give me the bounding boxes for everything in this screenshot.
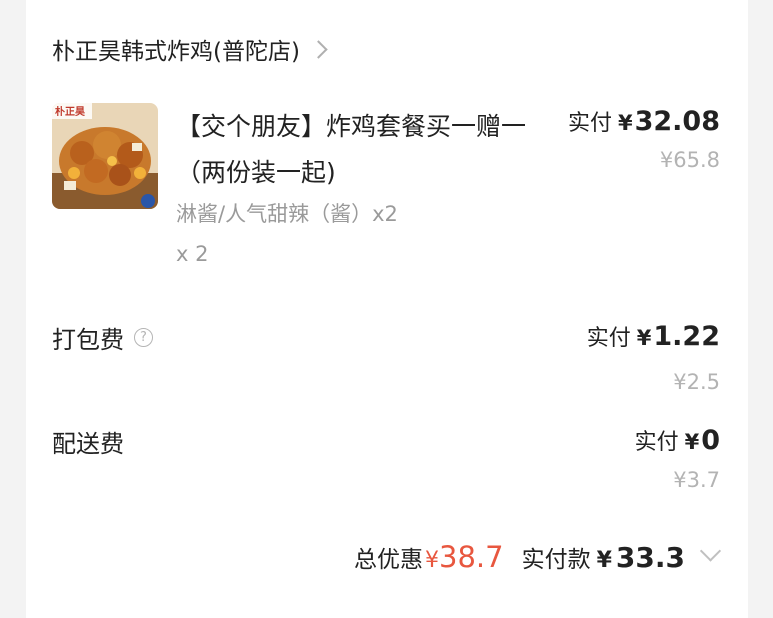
shop-header[interactable]: 朴正昊韩式炸鸡(普陀店) xyxy=(52,32,328,66)
currency-symbol: ¥ xyxy=(596,548,612,573)
paid-amount: 0 xyxy=(701,425,720,456)
total-paid-label: 实付款 xyxy=(521,547,591,573)
shop-name[interactable]: 朴正昊韩式炸鸡(普陀店) xyxy=(52,32,300,66)
packing-fee-label: 打包费 xyxy=(52,326,124,354)
question-circle-icon[interactable]: ? xyxy=(134,328,153,347)
currency-symbol: ¥ xyxy=(617,111,633,135)
order-summary[interactable]: 总优惠 ¥ 38.7 实付款 ¥ 33.3 xyxy=(354,540,722,574)
item-original-price: ¥65.8 xyxy=(659,148,720,172)
packing-paid-price: 实付 ¥ 1.22 xyxy=(587,320,720,352)
fried-chicken-image: 朴正昊 xyxy=(52,103,158,209)
product-thumbnail[interactable]: 朴正昊 xyxy=(52,103,158,209)
discount-currency: ¥ xyxy=(425,548,440,573)
chevron-right-icon[interactable] xyxy=(309,39,328,59)
paid-amount: 32.08 xyxy=(634,106,720,137)
packing-original-price: ¥2.5 xyxy=(673,370,720,394)
order-card: 朴正昊韩式炸鸡(普陀店) 朴正昊 【交个朋友】炸鸡套餐买一赠一（两份装一起) 淋… xyxy=(26,0,748,618)
paid-label: 实付 xyxy=(567,111,612,136)
delivery-fee-label-row: 配送费 xyxy=(52,424,124,459)
packing-fee-label-row: 打包费 ? xyxy=(52,320,153,355)
currency-symbol: ¥ xyxy=(636,326,652,350)
item-paid-price: 实付 ¥ 32.08 xyxy=(568,105,720,137)
paid-label: 实付 xyxy=(634,430,679,455)
paid-label: 实付 xyxy=(586,326,631,351)
thumb-brand-text: 朴正昊 xyxy=(55,105,85,118)
delivery-original-price: ¥3.7 xyxy=(673,468,720,492)
total-paid-amount: 33.3 xyxy=(615,541,685,574)
product-spec: 淋酱/人气甜辣（酱）x2 xyxy=(176,202,398,226)
currency-symbol: ¥ xyxy=(684,430,700,454)
chevron-down-icon[interactable] xyxy=(699,540,722,562)
total-discount-label: 总优惠 xyxy=(354,547,424,573)
paid-amount: 1.22 xyxy=(653,321,720,352)
delivery-fee-label: 配送费 xyxy=(52,430,124,458)
product-quantity: x 2 xyxy=(176,242,209,266)
delivery-paid-price: 实付 ¥ 0 xyxy=(635,424,720,456)
product-title[interactable]: 【交个朋友】炸鸡套餐买一赠一（两份装一起) xyxy=(176,104,541,196)
total-discount-amount: 38.7 xyxy=(439,540,504,574)
